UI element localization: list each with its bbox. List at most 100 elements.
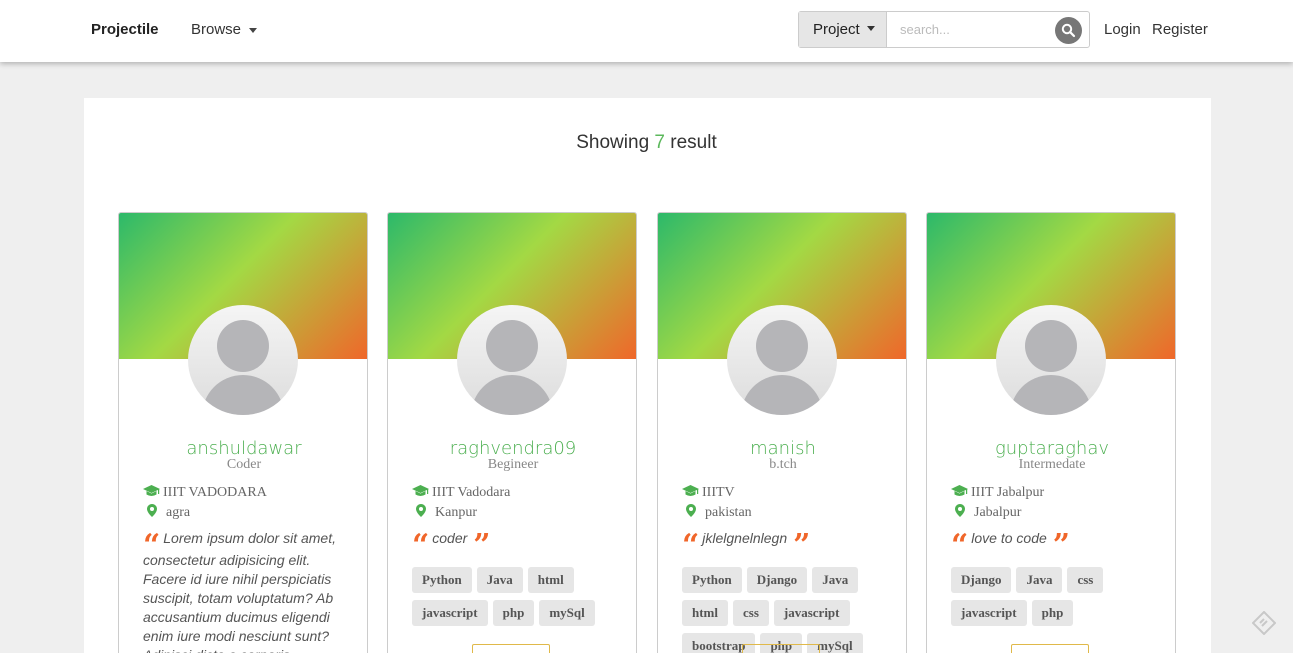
results-suffix: result (670, 132, 717, 153)
project-dropdown-button[interactable]: Project (799, 12, 887, 47)
skill-tag[interactable]: Java (1016, 567, 1063, 593)
map-marker-icon (147, 504, 157, 517)
location-info: Jabalpur (955, 504, 1021, 521)
top-navbar: Projectile Browse Project Login Register (0, 0, 1293, 62)
skill-tag[interactable]: html (682, 600, 728, 626)
quote-text: Lorem ipsum dolor sit amet, consectetur … (143, 530, 336, 653)
quote-text: jklelgnelnlegn (702, 530, 788, 546)
search-icon (1061, 23, 1076, 38)
login-link[interactable]: Login (1104, 21, 1141, 38)
avatar-body (1010, 375, 1092, 415)
skill-tag[interactable]: mySql (539, 600, 595, 626)
skill-tag[interactable]: html (527, 567, 574, 593)
skill-tag[interactable]: css (733, 600, 769, 626)
quote-open-icon: “ (412, 528, 430, 563)
avatar-head (1025, 320, 1077, 372)
skill-tag[interactable]: Python (412, 567, 472, 593)
avatar[interactable] (727, 305, 837, 415)
username[interactable]: anshuldawar (119, 438, 367, 459)
graduation-cap-icon (412, 485, 429, 496)
chevron-down-icon (866, 26, 875, 31)
username[interactable]: manish (658, 438, 906, 459)
avatar-body (741, 375, 823, 415)
avatar-head (217, 320, 269, 372)
skill-tag[interactable]: php (492, 600, 535, 626)
search-input[interactable] (900, 12, 1050, 47)
avatar-head (756, 320, 808, 372)
avatar[interactable] (188, 305, 298, 415)
map-marker-icon (686, 504, 696, 517)
profile-card[interactable]: manish b.tch IIITV pakistan “jklelgnelnlegn ”… (657, 212, 907, 653)
skill-tag[interactable]: javascript (773, 600, 850, 626)
skill-tag[interactable]: Python (682, 567, 742, 593)
feedback-icon[interactable] (1252, 611, 1276, 635)
college-info: IIIT VADODARA (143, 485, 267, 501)
skill-tags: Python Java html javascript php mySql (412, 567, 627, 633)
avatar-body (471, 375, 553, 415)
college-info: IIITV (682, 485, 735, 501)
college-info: IIIT Jabalpur (951, 485, 1044, 501)
location-info: Kanpur (416, 504, 477, 521)
college-name: IIITV (702, 485, 735, 500)
quote-close-icon: ” (1052, 528, 1071, 563)
quote-text: love to code (971, 530, 1047, 546)
quote-close-icon: ” (793, 528, 811, 563)
avatar-body (202, 375, 284, 415)
skill-tag[interactable]: javascript (951, 600, 1027, 626)
user-quote: “Lorem ipsum dolor sit amet, consectetur… (143, 529, 351, 653)
city-name: Kanpur (435, 505, 477, 520)
results-prefix: Showing (576, 132, 650, 153)
browse-dropdown[interactable]: Browse (191, 21, 258, 38)
user-quote: “love to code ” (951, 529, 1159, 561)
user-role: Coder (226, 457, 262, 472)
search-group: Project (798, 11, 1090, 48)
skill-tag[interactable]: Java (812, 567, 859, 593)
skill-tag[interactable]: Django (746, 567, 808, 593)
graduation-cap-icon (682, 485, 699, 496)
user-role: Intermedate (1018, 457, 1086, 472)
skill-tag[interactable]: Java (476, 567, 523, 593)
view-profile-button[interactable] (472, 644, 550, 653)
view-profile-button[interactable] (742, 644, 820, 653)
user-role: b.tch (769, 457, 797, 472)
avatar[interactable] (996, 305, 1106, 415)
city-name: agra (166, 505, 191, 520)
college-info: IIIT Vadodara (412, 485, 510, 501)
project-label: Project (813, 21, 860, 38)
college-name: IIIT Vadodara (432, 485, 511, 500)
location-info: agra (147, 504, 190, 521)
avatar-head (486, 320, 538, 372)
skill-tags: Django Java css javascript php (951, 567, 1166, 633)
username[interactable]: guptaraghav (927, 438, 1175, 459)
quote-text: coder (432, 530, 468, 546)
avatar[interactable] (457, 305, 567, 415)
user-role: Begineer (487, 457, 539, 472)
browse-label: Browse (191, 21, 242, 38)
user-quote: “jklelgnelnlegn ” (682, 529, 890, 561)
profile-card[interactable]: anshuldawar Coder IIIT VADODARA agra “Lorem … (118, 212, 368, 653)
quote-open-icon: “ (682, 528, 700, 563)
skill-tag[interactable]: php (1031, 600, 1074, 626)
profile-card[interactable]: guptaraghav Intermedate IIIT Jabalpur Jabal… (926, 212, 1176, 653)
skill-tags: Python Django Javahtml css javascriptbootstr… (682, 567, 897, 653)
search-button[interactable] (1055, 17, 1082, 44)
register-link[interactable]: Register (1152, 21, 1208, 38)
skill-tag[interactable]: javascript (412, 600, 488, 626)
brand-logo[interactable]: Projectile (91, 21, 159, 38)
results-count: 7 (654, 132, 665, 153)
location-info: pakistan (686, 504, 752, 521)
profile-card[interactable]: raghvendra09 Begineer IIIT Vadodara Kanpur “… (387, 212, 637, 653)
username[interactable]: raghvendra09 (388, 438, 636, 459)
chevron-down-icon (249, 27, 258, 33)
user-quote: “coder ” (412, 529, 620, 561)
map-marker-icon (416, 504, 426, 517)
skill-tag[interactable]: css (1067, 567, 1104, 593)
city-name: pakistan (705, 505, 752, 520)
graduation-cap-icon (143, 485, 160, 496)
map-marker-icon (955, 504, 965, 517)
skill-tag[interactable]: Django (951, 567, 1012, 593)
view-profile-button[interactable] (1011, 644, 1089, 653)
quote-close-icon: ” (473, 528, 491, 563)
college-name: IIIT VADODARA (163, 485, 267, 500)
results-summary: Showing 7 result (0, 132, 1293, 154)
